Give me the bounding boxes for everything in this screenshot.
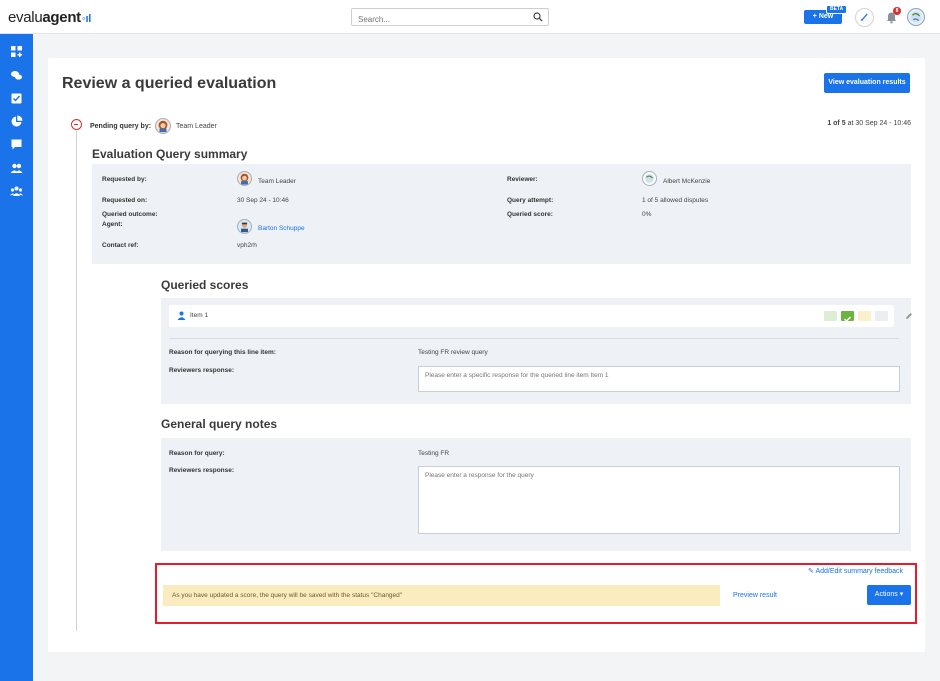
queried-score-value: 0% [642,211,652,218]
queried-scores-title: Queried scores [161,278,249,292]
logo-text-part2: agent [42,9,81,26]
queried-outcome-label: Queried outcome: [102,211,158,218]
reviewer-label: Reviewer: [507,176,538,183]
rocket-icon[interactable] [855,8,874,27]
chat-icon[interactable] [10,69,23,82]
team-icon[interactable] [10,185,23,198]
summary-panel: Requested by: Team Leader Requested on: … [92,164,911,264]
search-input[interactable] [352,11,522,28]
requested-on-value: 30 Sep 24 - 10:46 [237,197,289,204]
add-edit-summary-feedback-link[interactable]: ✎ Add/Edit summary feedback [808,567,903,575]
requested-on-label: Requested on: [102,197,148,204]
requester-avatar [237,171,252,186]
caret-down-icon: ▾ [899,591,904,598]
agent-label: Agent: [102,221,123,228]
edit-pencil-icon[interactable] [905,312,913,320]
score-option-selected[interactable] [841,311,854,322]
pending-query-counter: 1 of 5 at 30 Sep 24 - 10:46 [827,120,911,127]
summary-title: Evaluation Query summary [92,147,248,161]
score-option-1[interactable] [824,311,837,321]
query-response-field[interactable] [418,466,900,534]
requested-by-label: Requested by: [102,176,147,183]
score-option-3[interactable] [858,311,871,321]
agent-name-link[interactable]: Barton Schuppe [258,225,305,232]
person-icon [177,311,186,320]
preview-result-link[interactable]: Preview result [733,592,777,599]
pie-chart-icon[interactable] [10,115,23,128]
main-card: Review a queried evaluation View evaluat… [48,58,925,652]
query-response-label: Reviewers response: [169,467,235,474]
actions-button-label: Actions [874,591,898,598]
search-box[interactable] [351,8,549,28]
query-reason-label: Reason for query: [169,450,225,457]
query-attempt-label: Query attempt: [507,197,554,204]
timeline-line [76,131,77,631]
logo-text-part1: evalu [8,9,43,26]
query-counter: 1 of 5 [827,120,846,127]
view-evaluation-results-button[interactable]: View evaluation results [824,73,910,93]
query-timestamp: at 30 Sep 24 - 10:46 [847,120,911,127]
queried-score-label: Queried score: [507,211,553,218]
message-icon[interactable] [10,138,23,151]
divider [169,338,899,339]
sidebar [0,34,33,681]
general-notes-panel: Reason for query: Testing FR Reviewers r… [161,438,911,551]
pending-query-label: Pending query by: [90,123,152,130]
feedback-link-label: Add/Edit summary feedback [815,568,903,575]
line-item-response-field[interactable] [418,366,900,392]
page-title: Review a queried evaluation [62,75,277,92]
general-notes-title: General query notes [161,417,278,431]
collapse-icon[interactable] [71,119,82,130]
query-attempt-value: 1 of 5 allowed disputes [642,197,709,204]
check-icon [844,316,851,322]
logo-wave-icon: ◦ıl [81,13,92,25]
user-avatar[interactable] [907,8,925,26]
score-item-label: Item 1 [190,312,209,319]
line-item-response-label: Reviewers response: [169,367,235,374]
score-option-4[interactable] [875,311,888,321]
reviewer-value: Albert McKenzie [663,178,711,185]
score-item-row: Item 1 [169,305,912,327]
top-bar: evaluagent◦ıl + New BETA 8 [0,0,940,34]
app-logo[interactable]: evaluagent◦ıl [8,9,91,26]
notification-count-badge: 8 [893,7,901,15]
checklist-icon[interactable] [10,92,23,105]
reviewer-avatar [642,171,657,186]
team-leader-avatar [155,118,171,134]
contact-ref-label: Contact ref: [102,242,139,249]
users-icon[interactable] [10,162,23,175]
queried-scores-panel: Item 1 Reason for querying this line ite… [161,298,912,404]
actions-dropdown-button[interactable]: Actions ▾ [867,585,911,605]
contact-ref-value: vph2rh [237,242,257,249]
query-reason-value: Testing FR [418,450,450,457]
status-warning-banner: As you have updated a score, the query w… [163,585,720,606]
pending-role: Team Leader [176,123,217,130]
line-item-reason-label: Reason for querying this line item: [169,349,276,356]
requested-by-value: Team Leader [258,178,296,185]
beta-badge: BETA [826,5,848,14]
line-item-reason-value: Testing FR review query [418,349,488,356]
agent-avatar [237,219,252,234]
search-icon[interactable] [533,12,543,22]
dashboard-icon[interactable] [10,45,23,58]
